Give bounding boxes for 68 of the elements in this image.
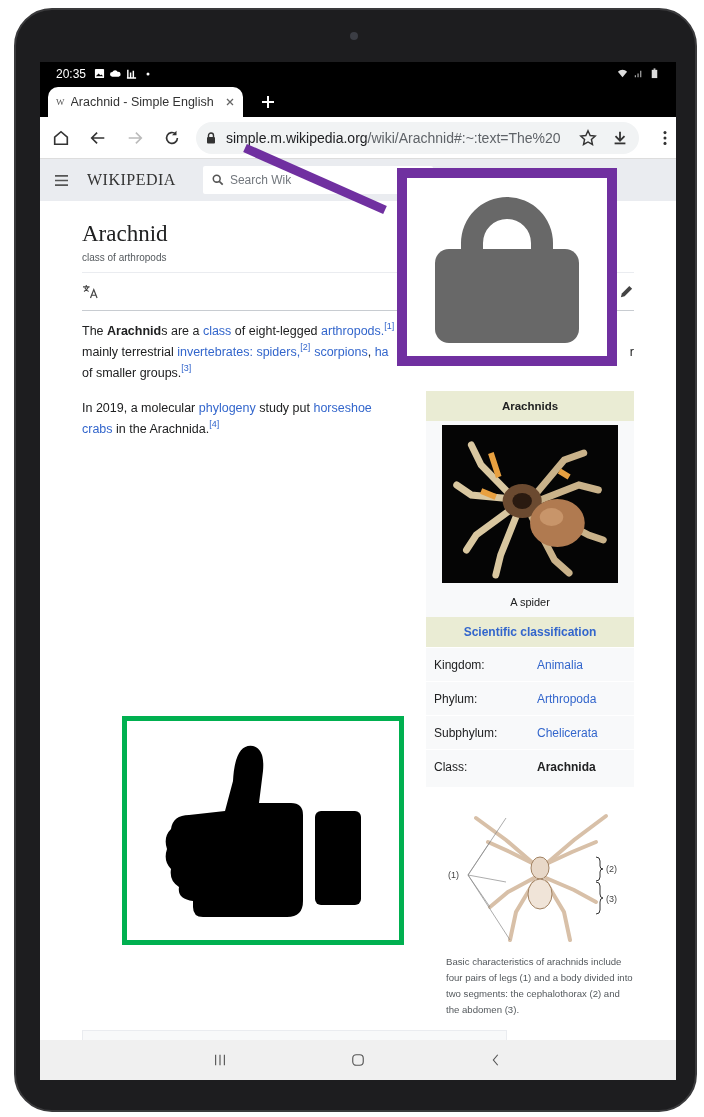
signal-icon <box>633 68 644 79</box>
url-path: /wiki/Arachnid#:~:text=The%20 <box>367 129 561 146</box>
article-link[interactable]: scorpions <box>314 344 368 359</box>
star-icon[interactable] <box>579 128 597 147</box>
camera-icon <box>349 32 358 40</box>
body-text: of eight-legged <box>233 323 319 338</box>
article-title: Arachnid <box>82 221 169 247</box>
recent-apps-icon[interactable] <box>213 1053 227 1067</box>
menu-icon[interactable] <box>54 173 69 187</box>
taxon-link[interactable]: Chelicerata <box>537 725 598 740</box>
wifi-icon <box>617 68 628 79</box>
diagram-label: (3) <box>606 894 617 904</box>
body-text: study put <box>258 400 311 415</box>
infobox-title: Arachnids <box>426 391 634 421</box>
table-cell-text: Class: <box>434 759 469 774</box>
section-heading: Scientific classification <box>426 617 634 647</box>
bar-chart-icon <box>126 68 138 79</box>
dot-icon <box>146 71 151 76</box>
home-icon[interactable] <box>52 128 70 147</box>
cloud-icon <box>110 68 122 79</box>
body-text: r <box>629 344 634 359</box>
table-cell: Arachnida <box>537 759 596 774</box>
article-link[interactable]: crabs <box>82 421 113 436</box>
reference-link[interactable]: [1] <box>384 321 395 331</box>
browser-tab[interactable]: W Arachnid - Simple English <box>48 87 243 117</box>
table-cell-text: Subphylum: <box>434 725 499 740</box>
wikipedia-logo[interactable]: WIKIPEDIA <box>87 171 176 189</box>
article-link[interactable]: arthropods. <box>321 323 385 338</box>
article-link[interactable]: class <box>202 323 232 338</box>
close-icon[interactable] <box>225 97 235 107</box>
table-cell-text: Phylum: <box>434 691 479 706</box>
diagram-label: (1) <box>448 870 459 880</box>
battery-icon <box>649 68 660 79</box>
edit-icon[interactable] <box>619 284 634 299</box>
tab-title: Arachnid - Simple English <box>70 95 215 109</box>
taxon-link[interactable]: Animalia <box>537 657 584 672</box>
table-cell-text: Kingdom: <box>434 657 486 672</box>
article-link[interactable]: ha <box>374 344 389 359</box>
reference-link[interactable]: [2] <box>300 342 311 352</box>
article-link[interactable]: horseshoe <box>313 400 372 415</box>
search-icon <box>211 174 224 186</box>
menu-icon[interactable] <box>662 128 668 147</box>
body-text: of smaller groups. <box>82 365 182 380</box>
lock-icon <box>206 131 216 144</box>
figure-caption: Basic characteristics of arachnids include four pairs of legs (1) and a body divided into two segments: the cephalothorax (2) and the abdomen (3). <box>446 955 634 1017</box>
image-caption: A spider <box>509 595 551 610</box>
body-text: mainly terrestrial <box>82 344 175 359</box>
url-host: simple.m.wikipedia.org <box>226 129 368 146</box>
diagram-label: (2) <box>606 864 617 874</box>
new-tab-icon[interactable] <box>261 95 275 109</box>
body-text: The Arachnids are a <box>82 323 201 338</box>
body-text: in the Arachnida. <box>115 421 210 436</box>
favicon: W <box>56 97 65 107</box>
body-text: , <box>367 344 373 359</box>
address-bar[interactable]: simple.m.wikipedia.org/wiki/Arachnid#:~:text=The%20 <box>196 121 639 154</box>
image-icon <box>94 68 106 79</box>
reference-link[interactable]: [4] <box>209 419 220 429</box>
status-time: 20:35 <box>56 66 87 81</box>
reference-link[interactable]: [3] <box>181 363 192 373</box>
language-icon[interactable] <box>82 284 99 299</box>
lock-icon <box>435 195 579 343</box>
body-text: In 2019, a molecular <box>82 400 197 415</box>
article-link[interactable]: invertebrates: spiders, <box>177 344 301 359</box>
reload-icon[interactable] <box>163 128 181 147</box>
bracket-icon <box>595 881 604 915</box>
article-link[interactable]: phylogeny <box>198 400 256 415</box>
taxon-link[interactable]: Arthropoda <box>537 691 597 706</box>
bracket-icon <box>595 856 604 882</box>
